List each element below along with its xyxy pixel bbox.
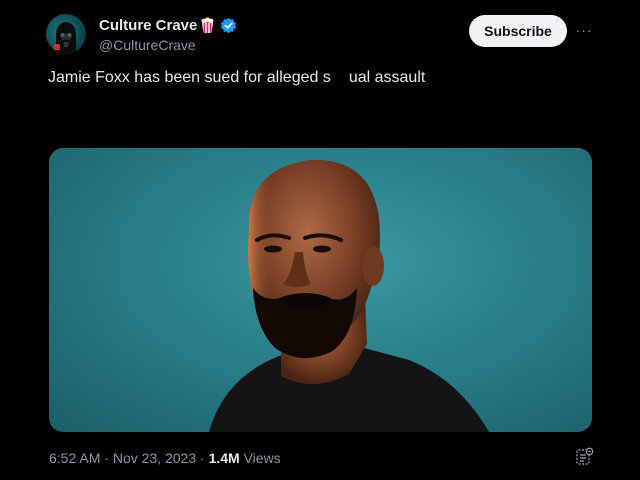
verified-badge-icon — [220, 17, 237, 34]
more-options-icon[interactable]: ··· — [574, 20, 594, 40]
post: Culture Crave @CultureCrave Subscribe ··… — [0, 0, 640, 480]
author-name[interactable]: Culture Crave — [99, 17, 197, 34]
avatar[interactable] — [46, 14, 86, 54]
post-image[interactable] — [49, 148, 592, 432]
avatar-vader-icon — [54, 22, 76, 54]
name-badges — [199, 17, 237, 34]
author-handle[interactable]: @CultureCrave — [99, 37, 196, 53]
post-date[interactable]: Nov 23, 2023 — [113, 450, 196, 466]
views-count: 1.4M — [208, 450, 240, 466]
post-meta: 6:52 AM · Nov 23, 2023 · 1.4M Views — [49, 450, 281, 466]
post-text: Jamie Foxx has been sued for alleged s ua… — [48, 69, 425, 87]
community-notes-icon[interactable] — [574, 447, 594, 467]
portrait-illustration — [209, 159, 489, 432]
post-time[interactable]: 6:52 AM — [49, 450, 100, 466]
popcorn-icon — [201, 17, 214, 33]
subscribe-button[interactable]: Subscribe — [469, 15, 567, 47]
meta-separator: · — [100, 450, 113, 466]
meta-separator: · — [196, 450, 209, 466]
views-label: Views — [239, 450, 281, 466]
post-text-part-2: ual assault — [348, 69, 426, 86]
post-text-part-1: Jamie Foxx has been sued for alleged s — [48, 69, 331, 86]
